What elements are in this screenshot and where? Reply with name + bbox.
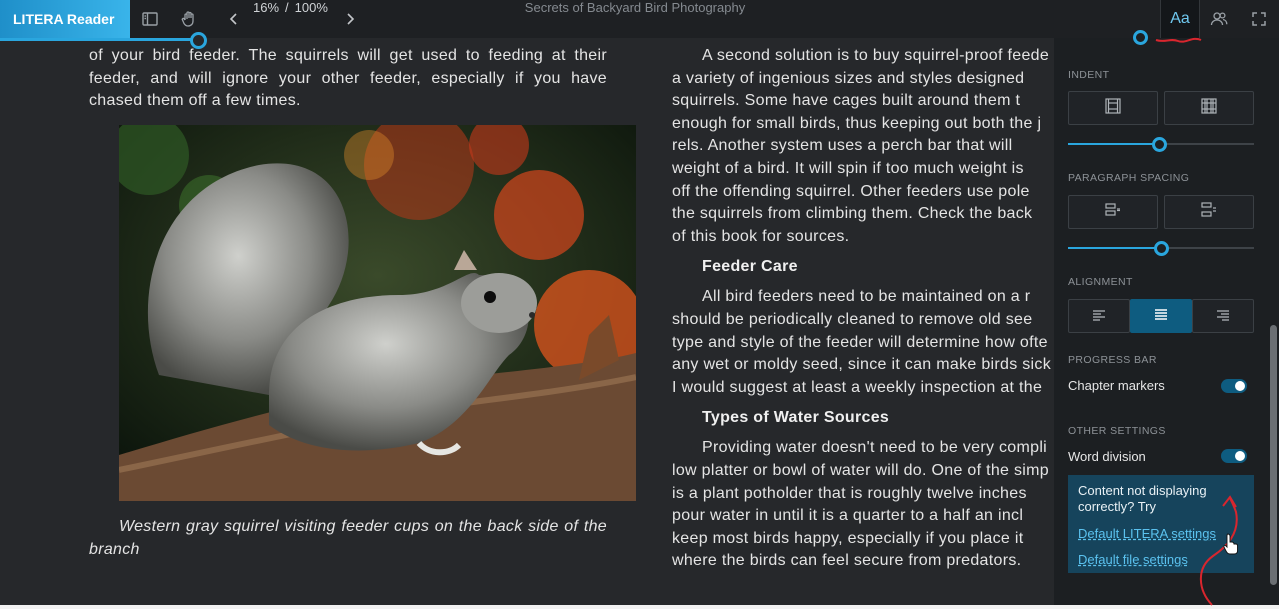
settings-help-box: Content not displaying correctly? Try De… xyxy=(1068,475,1254,573)
total-percent: 100% xyxy=(294,0,328,15)
indent-heading: INDENT xyxy=(1068,69,1110,81)
indent-large-icon xyxy=(1200,97,1218,119)
squirrel-photo xyxy=(119,125,636,501)
page-separator: / xyxy=(285,0,289,15)
align-justify-button[interactable] xyxy=(1130,299,1192,333)
spacing-small-icon xyxy=(1104,201,1122,223)
align-right-icon xyxy=(1215,307,1231,326)
left-paragraph: of your bird feeder. The squirrels will … xyxy=(89,47,607,110)
image-caption: Western gray squirrel visiting feeder cu… xyxy=(89,518,607,558)
left-page: of your bird feeder. The squirrels will … xyxy=(89,45,607,113)
right-text-line: a variety of ingenious sizes and styles … xyxy=(672,69,1025,87)
default-file-settings-link[interactable]: Default file settings xyxy=(1078,552,1244,568)
align-left-button[interactable] xyxy=(1068,299,1130,333)
slider-handle[interactable] xyxy=(1133,30,1148,45)
right-text-line: the squirrels from climbing them. Check … xyxy=(672,205,1033,223)
right-text-line: weight of a bird. It will spin if too mu… xyxy=(672,159,1024,177)
reading-progress-bar[interactable] xyxy=(0,38,198,41)
paragraph-spacing-slider-handle[interactable] xyxy=(1154,241,1169,256)
chapter-markers-label: Chapter markers xyxy=(1068,378,1165,393)
help-text: Content not displaying correctly? Try xyxy=(1078,483,1207,514)
indent-slider-handle[interactable] xyxy=(1152,137,1167,152)
app-logo[interactable]: LITERA Reader xyxy=(0,0,130,38)
hand-pan-icon[interactable] xyxy=(179,9,199,29)
align-right-button[interactable] xyxy=(1192,299,1254,333)
indent-small-icon xyxy=(1104,97,1122,119)
scrollbar-thumb[interactable] xyxy=(1270,325,1277,585)
align-left-icon xyxy=(1091,307,1107,326)
right-text-line: keep most birds happy, especially if you… xyxy=(672,529,1024,547)
users-icon[interactable] xyxy=(1209,9,1229,29)
right-text-line: A second solution is to buy squirrel-pro… xyxy=(702,47,1050,64)
page-indicator: 16% / 100% xyxy=(253,0,328,38)
progress-bar-heading: PROGRESS BAR xyxy=(1068,354,1157,366)
indent-large-button[interactable] xyxy=(1164,91,1254,125)
document-title: Secrets of Backyard Bird Photography xyxy=(524,0,746,15)
right-page: A second solution is to buy squirrel-pro… xyxy=(672,45,1054,605)
right-text-line: Providing water doesn't need to be very … xyxy=(702,439,1048,457)
right-text-line: All bird feeders need to be maintained o… xyxy=(702,288,1031,306)
right-text-line: should be periodically cleaned to remove… xyxy=(672,310,1033,328)
heading-water-sources: Types of Water Sources xyxy=(702,409,890,427)
right-text-line: is a plant potholder that is roughly twe… xyxy=(672,484,1027,502)
fullscreen-icon[interactable] xyxy=(1249,9,1269,29)
spacing-small-button[interactable] xyxy=(1068,195,1158,229)
right-text-line: squirrels. Some have cages built around … xyxy=(672,92,1021,110)
word-division-label: Word division xyxy=(1068,449,1146,464)
panel-scrollbar[interactable] xyxy=(1268,40,1279,605)
font-size-slider-tail[interactable] xyxy=(1068,30,1254,45)
spacing-large-button[interactable] xyxy=(1164,195,1254,229)
other-settings-heading: OTHER SETTINGS xyxy=(1068,425,1166,437)
alignment-heading: ALIGNMENT xyxy=(1068,276,1133,288)
right-text-line: pour water in until it is a quarter to a… xyxy=(672,507,1024,525)
current-percent[interactable]: 16% xyxy=(253,0,279,15)
indent-slider[interactable] xyxy=(1068,137,1254,152)
right-text-line: any wet or moldy seed, since it can make… xyxy=(672,356,1052,374)
spacing-large-icon xyxy=(1200,201,1218,223)
paragraph-spacing-slider[interactable] xyxy=(1068,241,1254,256)
right-text-line: where the birds can feel secure from pre… xyxy=(672,552,1022,570)
bottom-edge xyxy=(0,605,1279,609)
chevron-right-icon[interactable] xyxy=(340,9,360,29)
chapter-markers-toggle[interactable] xyxy=(1221,379,1247,393)
right-text-line: rels. Another system uses a perch bar th… xyxy=(672,137,1013,155)
sidebar-toggle-icon[interactable] xyxy=(140,9,160,29)
heading-feeder-care: Feeder Care xyxy=(702,258,798,276)
right-text-line: I would suggest at least a weekly inspec… xyxy=(672,378,1043,396)
right-text-line: off the offending squirrel. Other feeder… xyxy=(672,182,1030,200)
indent-small-button[interactable] xyxy=(1068,91,1158,125)
font-settings-icon: Aa xyxy=(1170,10,1190,27)
reading-settings-panel: INDENT PARAGRAPH SPACING ALIGNMENT PROGR… xyxy=(1054,30,1279,605)
word-division-toggle[interactable] xyxy=(1221,449,1247,463)
paragraph-spacing-heading: PARAGRAPH SPACING xyxy=(1068,172,1190,184)
default-litera-settings-link[interactable]: Default LITERA settings xyxy=(1078,526,1244,542)
right-text-line: enough for small birds, thus keeping out… xyxy=(672,114,1042,132)
chevron-left-icon[interactable] xyxy=(224,9,244,29)
right-text-line: type and style of the feeder will determ… xyxy=(672,333,1048,351)
right-text-line: of this book for sources. xyxy=(672,227,850,245)
align-justify-icon xyxy=(1153,307,1169,326)
right-text-line: low platter or bowl of water will do. On… xyxy=(672,461,1049,479)
